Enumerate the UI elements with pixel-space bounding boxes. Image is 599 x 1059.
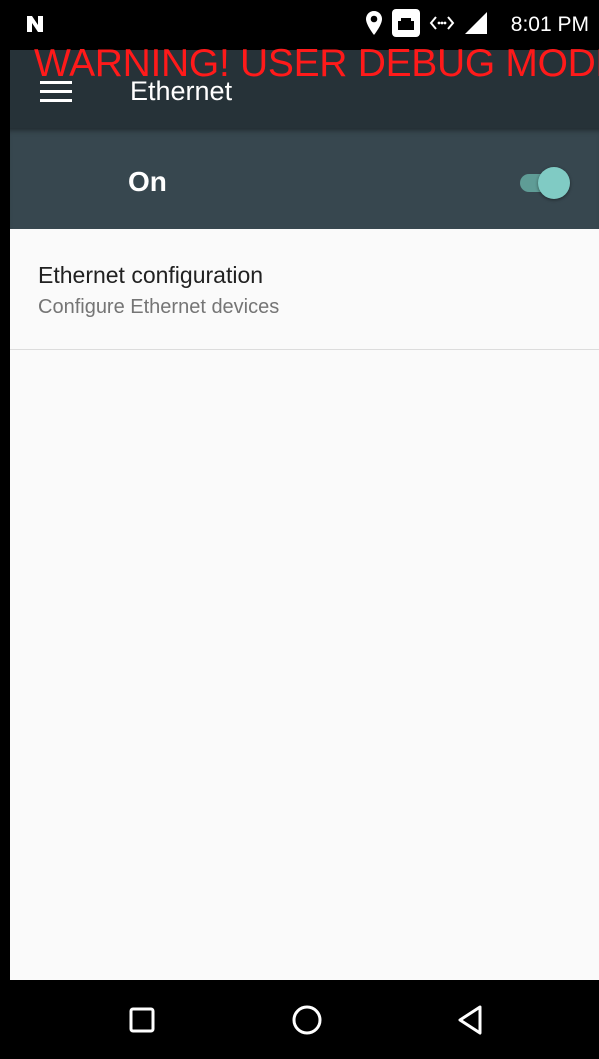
back-icon[interactable]: [449, 998, 493, 1042]
switch-state-label: On: [128, 166, 167, 197]
ethernet-icon: [391, 8, 421, 42]
data-transfer-icon: [429, 14, 455, 36]
pref-title: Ethernet configuration: [38, 262, 264, 288]
settings-window: 8:01 PM Ethernet WARNING! USER DEBUG MOD…: [10, 0, 599, 1059]
navigation-bar: [0, 980, 599, 1059]
screen: 8:01 PM Ethernet WARNING! USER DEBUG MOD…: [0, 0, 599, 1059]
pref-summary: Configure Ethernet devices: [38, 296, 280, 318]
status-icons: 8:01 PM: [365, 8, 589, 42]
ethernet-toggle[interactable]: [516, 166, 572, 200]
n-notification-icon: [24, 13, 46, 35]
debug-warning-banner: WARNING! USER DEBUG MODE: [34, 42, 599, 85]
clock: 8:01 PM: [510, 13, 589, 36]
signal-icon: [463, 10, 489, 40]
toggle-thumb: [538, 167, 570, 199]
master-switch-bar[interactable]: On: [10, 128, 599, 229]
location-icon: [365, 10, 383, 40]
recents-icon[interactable]: [120, 998, 164, 1042]
pref-ethernet-configuration[interactable]: Ethernet configuration Configure Etherne…: [10, 229, 599, 350]
home-icon[interactable]: [285, 998, 329, 1042]
